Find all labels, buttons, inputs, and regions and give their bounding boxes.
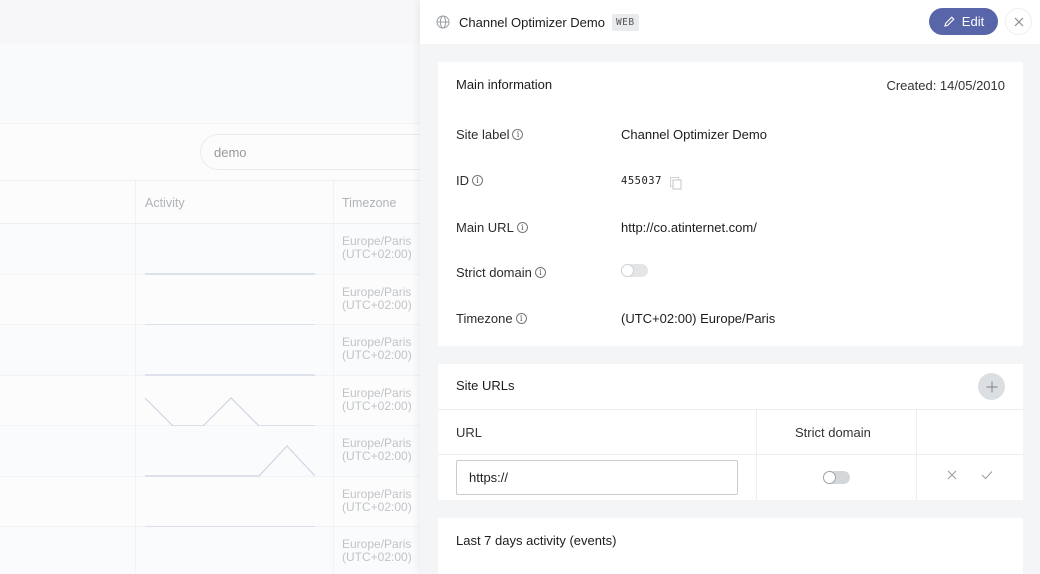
strict-domain-label-text: Strict domain (456, 265, 532, 280)
timezone-label: Timezone i (456, 311, 527, 326)
column-header-url: URL (456, 425, 483, 440)
info-icon[interactable]: i (512, 129, 524, 140)
activity-title: Last 7 days activity (events) (456, 533, 617, 548)
created-date: Created: 14/05/2010 (886, 78, 1005, 93)
site-urls-title: Site URLs (456, 378, 515, 393)
site-detail-panel: Channel Optimizer Demo WEB Edit Main inf… (420, 0, 1040, 574)
panel-header: Channel Optimizer Demo WEB Edit (420, 0, 1040, 44)
info-icon[interactable]: i (516, 222, 528, 233)
copy-icon[interactable] (670, 177, 682, 190)
edit-button[interactable]: Edit (929, 8, 998, 35)
table-header (438, 410, 1023, 455)
site-urls-table: URL Strict domain (438, 409, 1023, 501)
divider (916, 410, 917, 501)
main-url-label: Main URL i (456, 220, 528, 235)
site-urls-card: Site URLs URL Strict domain (438, 364, 1023, 501)
timezone-label-text: Timezone (456, 311, 513, 326)
strict-domain-toggle (621, 264, 648, 277)
site-label-label-text: Site label (456, 127, 510, 142)
site-type-badge: WEB (611, 13, 639, 31)
confirm-icon[interactable] (981, 470, 993, 480)
cancel-icon[interactable] (947, 470, 957, 480)
info-icon[interactable]: i (534, 267, 546, 278)
main-information-title: Main information (456, 77, 553, 92)
site-label-value: Channel Optimizer Demo (621, 127, 767, 142)
main-information-card: Main information Created: 14/05/2010 Sit… (438, 62, 1023, 346)
edit-button-label: Edit (961, 14, 985, 29)
main-url-value: http://co.atinternet.com/ (621, 220, 757, 235)
panel-title: Channel Optimizer Demo (459, 14, 605, 30)
column-header-strict-domain: Strict domain (795, 425, 871, 440)
id-label-text: ID (456, 173, 469, 188)
globe-icon (436, 15, 450, 29)
add-url-button[interactable] (978, 373, 1005, 400)
id-label: ID i (456, 173, 483, 188)
main-url-label-text: Main URL (456, 220, 514, 235)
divider (756, 410, 757, 501)
site-label-label: Site label i (456, 127, 524, 142)
info-icon[interactable]: i (515, 313, 527, 324)
close-button[interactable] (1005, 8, 1032, 35)
url-input[interactable] (456, 460, 738, 495)
id-value: 455037 (621, 175, 662, 187)
plus-icon (986, 381, 997, 392)
info-icon[interactable]: i (472, 175, 483, 186)
activity-card: Last 7 days activity (events) (438, 518, 1023, 574)
pencil-icon (944, 16, 955, 27)
close-icon (1014, 17, 1023, 26)
strict-domain-label: Strict domain i (456, 265, 546, 280)
strict-domain-toggle[interactable] (823, 471, 850, 484)
timezone-value: (UTC+02:00) Europe/Paris (621, 311, 776, 326)
